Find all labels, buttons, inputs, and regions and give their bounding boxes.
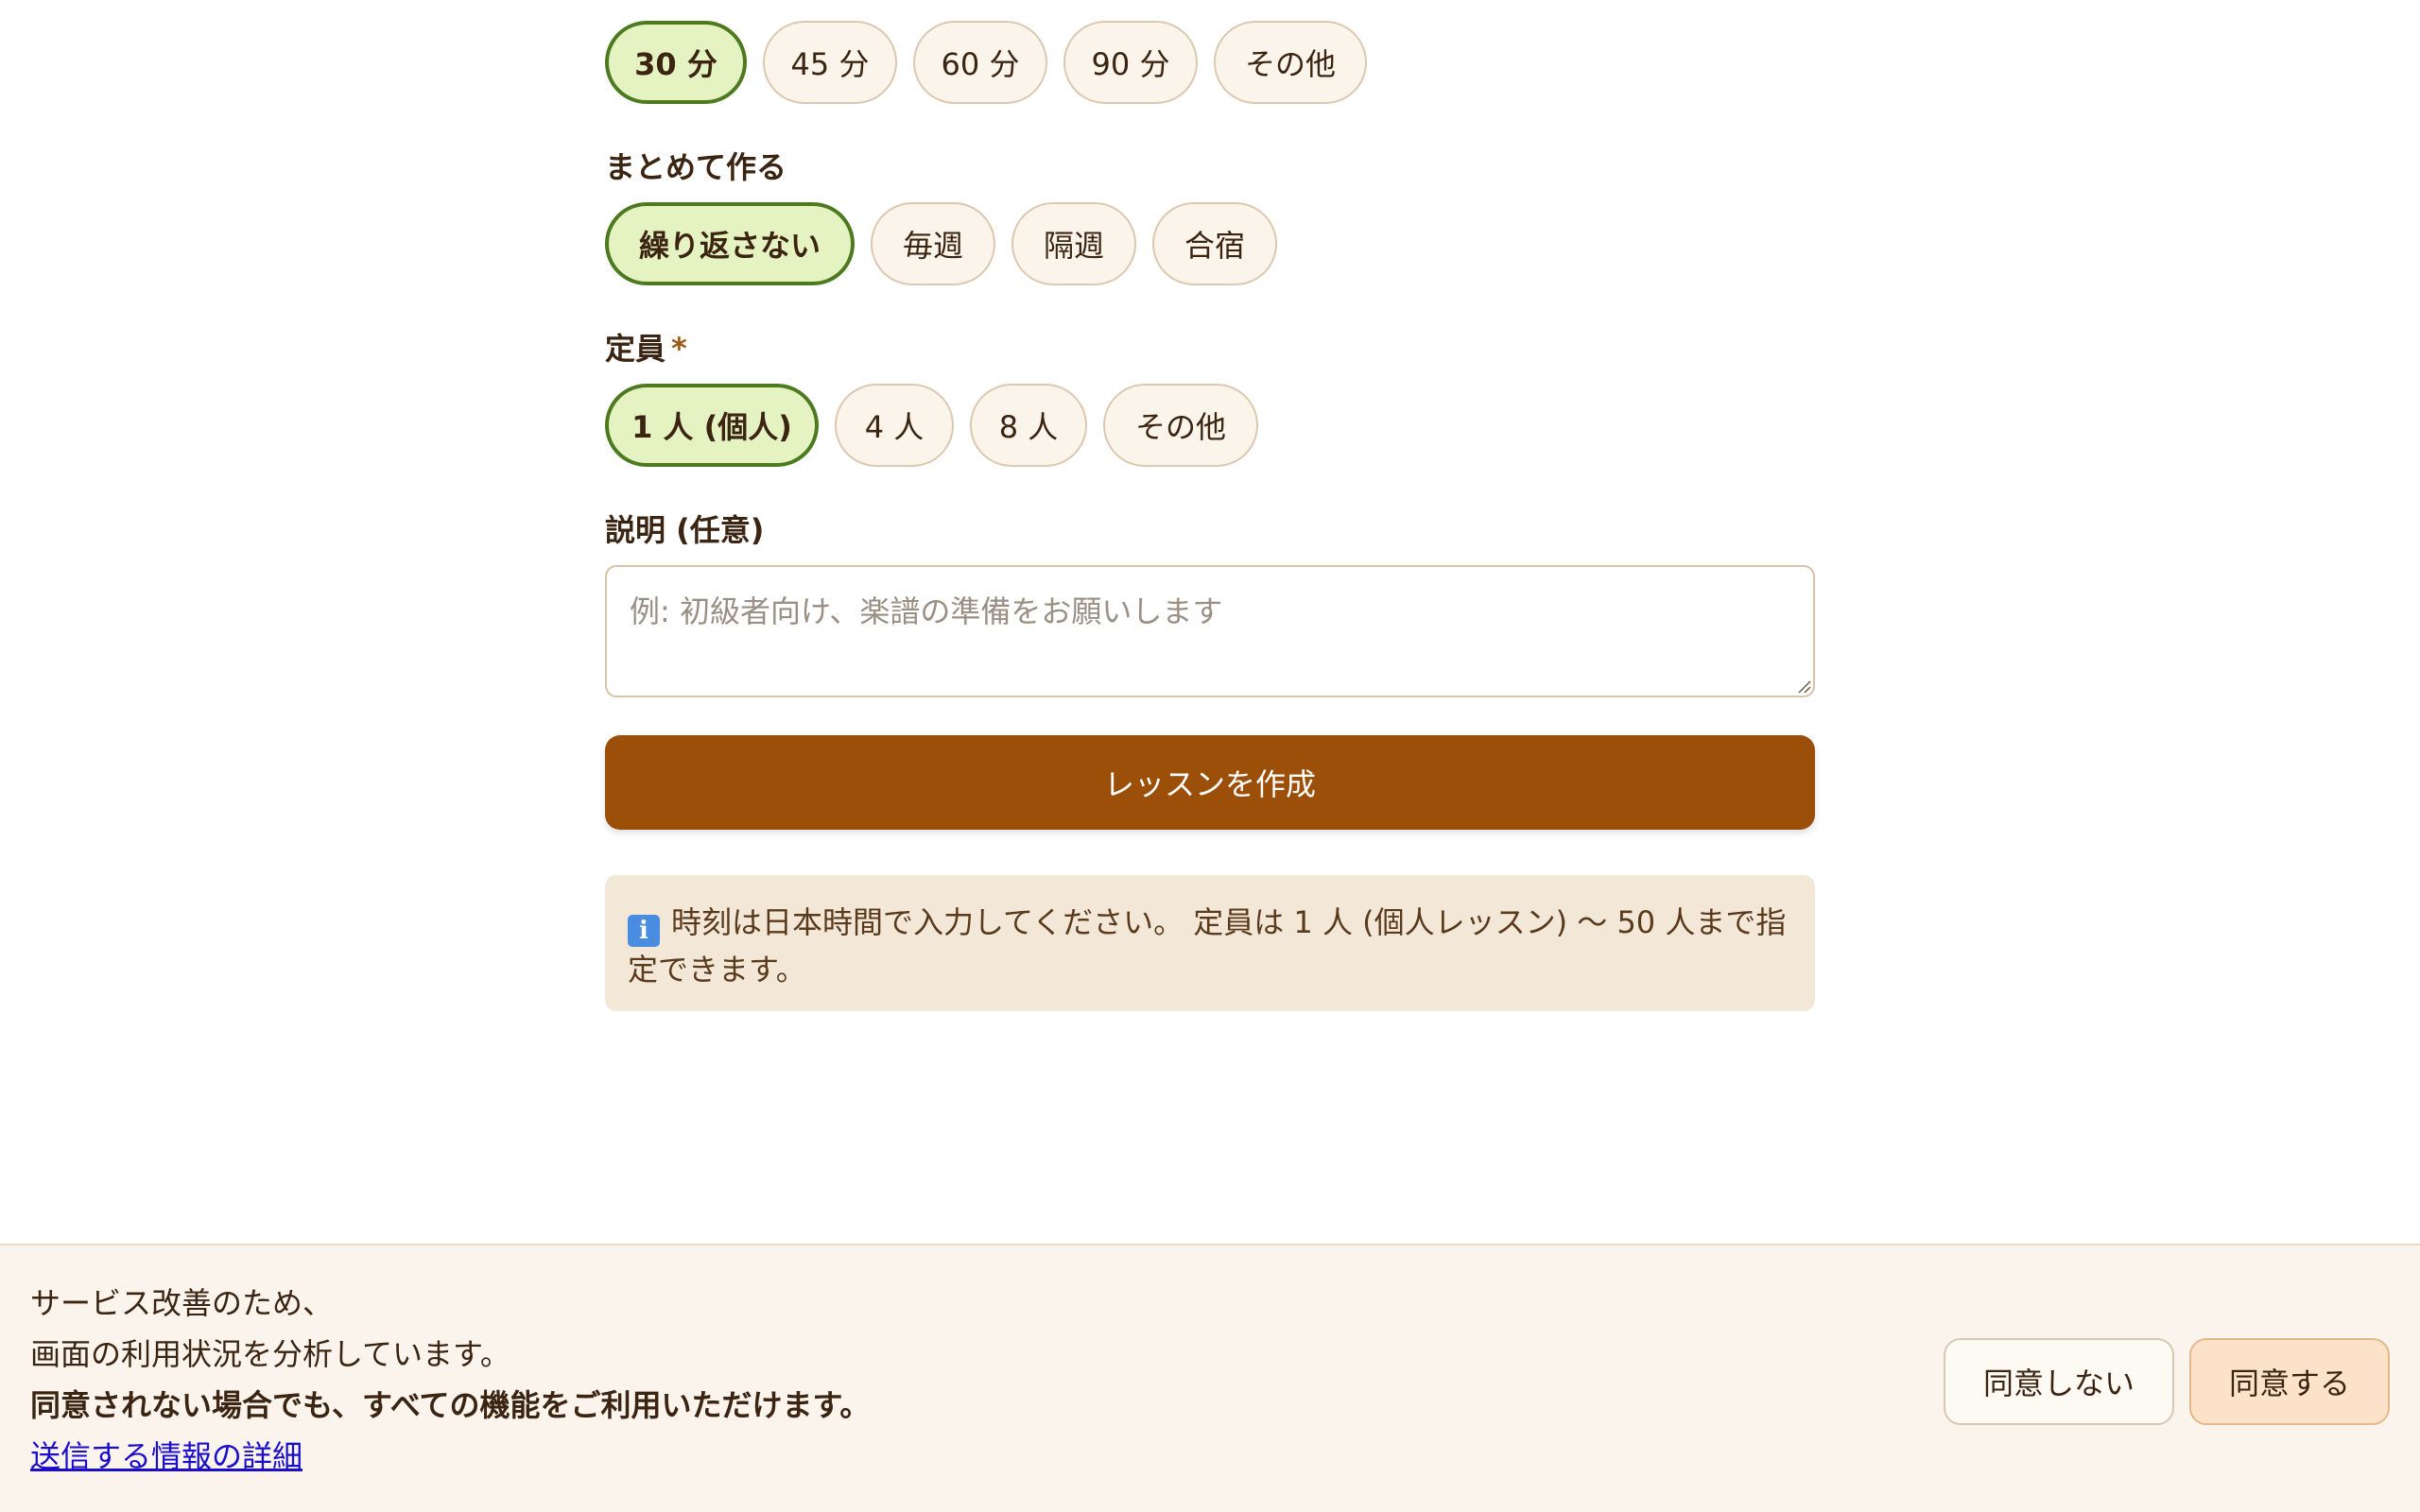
create-lesson-button[interactable]: レッスンを作成 [605, 735, 1815, 830]
duration-chip-45[interactable]: 45 分 [763, 21, 897, 104]
repeat-chip-biweekly[interactable]: 隔週 [1011, 202, 1136, 285]
consent-banner: サービス改善のため、 画面の利用状況を分析しています。 同意されない場合でも、す… [0, 1244, 2420, 1512]
details-link[interactable]: 送信する情報の詳細 [30, 1438, 302, 1474]
capacity-options: 1 人 (個人) 4 人 8 人 その他 [605, 384, 1258, 467]
capacity-label-text: 定員 [605, 331, 666, 367]
capacity-chip-4[interactable]: 4 人 [835, 384, 954, 467]
repeat-chip-none[interactable]: 繰り返さない [605, 202, 855, 285]
consent-line-1: サービス改善のため、 [30, 1285, 334, 1321]
capacity-chip-1[interactable]: 1 人 (個人) [605, 384, 819, 467]
duration-options: 30 分 45 分 60 分 90 分 その他 [605, 21, 1367, 104]
description-field-wrapper [605, 565, 1815, 697]
repeat-chip-weekly[interactable]: 毎週 [871, 202, 995, 285]
consent-line-3: 同意されない場合でも、すべての機能をご利用いただけます。 [30, 1387, 871, 1423]
duration-chip-30[interactable]: 30 分 [605, 21, 747, 104]
decline-button[interactable]: 同意しない [1944, 1338, 2174, 1425]
description-textarea[interactable] [605, 565, 1815, 697]
notice-text: 時刻は日本時間で入力してください。 定員は 1 人 (個人レッスン) 〜 50 … [628, 904, 1787, 988]
consent-line-2: 画面の利用状況を分析しています。 [30, 1336, 510, 1372]
duration-chip-90[interactable]: 90 分 [1063, 21, 1198, 104]
capacity-chip-8[interactable]: 8 人 [970, 384, 1087, 467]
duration-chip-other[interactable]: その他 [1214, 21, 1367, 104]
description-label: 説明 (任意) [605, 512, 765, 548]
resize-grip-icon[interactable] [1796, 679, 1811, 694]
repeat-chip-camp[interactable]: 合宿 [1152, 202, 1277, 285]
repeat-options: 繰り返さない 毎週 隔週 合宿 [605, 202, 1277, 285]
capacity-label: 定員 * [605, 325, 687, 369]
info-notice: i 時刻は日本時間で入力してください。 定員は 1 人 (個人レッスン) 〜 50… [605, 875, 1815, 1011]
info-icon: i [628, 915, 660, 947]
accept-button[interactable]: 同意する [2189, 1338, 2390, 1425]
capacity-chip-other[interactable]: その他 [1103, 384, 1258, 467]
required-mark: * [671, 331, 687, 367]
consent-message: サービス改善のため、 画面の利用状況を分析しています。 同意されない場合でも、す… [30, 1278, 870, 1482]
repeat-label: まとめて作る [605, 149, 787, 185]
duration-chip-60[interactable]: 60 分 [913, 21, 1047, 104]
